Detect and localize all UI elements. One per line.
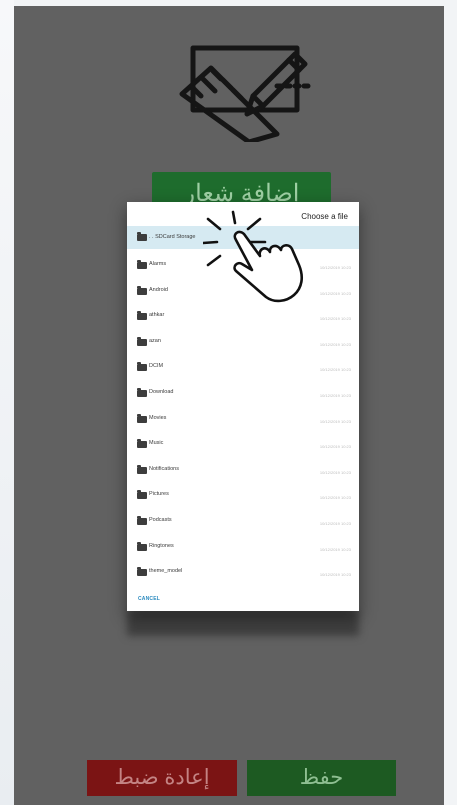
bottom-action-bar: إعادة ضبط حفظ: [14, 760, 444, 805]
folder-name: Android: [149, 286, 168, 293]
folder-row[interactable]: Movies 10/12/2019 10:23: [127, 406, 359, 432]
folder-icon: [137, 490, 147, 500]
folder-icon: [137, 260, 147, 269]
folder-row[interactable]: Pictures 10/12/2019 10:23: [127, 482, 359, 508]
folder-name: theme_model: [149, 568, 183, 575]
folder-row[interactable]: Notifications 10/12/2019 10:23: [127, 457, 359, 483]
folder-row[interactable]: Download 10/12/2019 10:23: [127, 380, 359, 406]
folder-row[interactable]: azan 10/12/2019 10:23: [127, 329, 359, 355]
folder-date: 10/12/2019 10:23: [319, 572, 351, 578]
folder-date: 10/12/2019 10:23: [319, 316, 351, 322]
folder-name: DCIM: [149, 363, 164, 370]
folder-name: Music: [149, 440, 164, 447]
folder-date: 10/12/2019 10:23: [319, 444, 351, 450]
folder-icon: [137, 439, 147, 449]
folder-row[interactable]: Ringtones 10/12/2019 10:23: [127, 534, 359, 560]
folder-icon: [137, 413, 147, 423]
folder-date: 10/12/2019 10:23: [319, 495, 351, 501]
folder-icon: [137, 516, 147, 525]
tap-hand-icon: [203, 210, 304, 303]
folder-date: 10/12/2019 10:23: [319, 265, 351, 270]
folder-row[interactable]: DCIM 10/12/2019 10:23: [127, 354, 359, 380]
save-button[interactable]: حفظ: [247, 760, 396, 796]
folder-name: Notifications: [149, 465, 179, 472]
folder-icon: [137, 567, 147, 577]
page-left-margin: [0, 0, 14, 805]
folder-name: athkar: [149, 312, 165, 319]
folder-name: Alarms: [149, 261, 167, 267]
reset-button[interactable]: إعادة ضبط: [87, 760, 237, 796]
folder-date: 10/12/2019 10:23: [319, 393, 351, 398]
folder-row[interactable]: Podcasts 10/12/2019 10:23: [127, 508, 359, 534]
dialog-bottom-shadow: [127, 610, 359, 636]
folder-name: azan: [149, 337, 161, 344]
folder-row[interactable]: theme_model 10/12/2019 10:23: [127, 559, 359, 585]
folder-name: Movies: [149, 414, 167, 421]
folder-date: 10/12/2019 10:23: [319, 469, 351, 475]
sd-card-label: . . SDCard Storage: [149, 234, 196, 240]
folder-icon: [137, 232, 147, 241]
folder-icon: [137, 464, 147, 474]
folder-name: Pictures: [149, 491, 169, 498]
folder-date: 10/12/2019 10:23: [319, 290, 351, 296]
folder-name: Ringtones: [149, 542, 174, 549]
app-screen: إضافة شعار Choose a file . . SDCard Stor…: [14, 6, 444, 805]
cancel-button[interactable]: CANCEL: [138, 596, 160, 602]
folder-date: 10/12/2019 10:23: [319, 521, 351, 526]
folder-name: Download: [149, 389, 174, 395]
folder-name: Podcasts: [149, 517, 172, 523]
folder-icon: [137, 388, 147, 397]
folder-icon: [137, 541, 147, 551]
folder-icon: [137, 336, 147, 346]
folder-row[interactable]: athkar 10/12/2019 10:23: [127, 303, 359, 329]
folder-date: 10/12/2019 10:23: [319, 341, 351, 347]
folder-row[interactable]: Music 10/12/2019 10:23: [127, 431, 359, 457]
folder-icon: [137, 285, 147, 295]
design-ruler-pencil-icon: [179, 45, 312, 142]
folder-date: 10/12/2019 10:23: [319, 418, 351, 424]
folder-date: 10/12/2019 10:23: [319, 546, 351, 552]
folder-icon: [137, 311, 147, 321]
folder-icon: [137, 362, 147, 372]
folder-date: 10/12/2019 10:23: [319, 367, 351, 373]
